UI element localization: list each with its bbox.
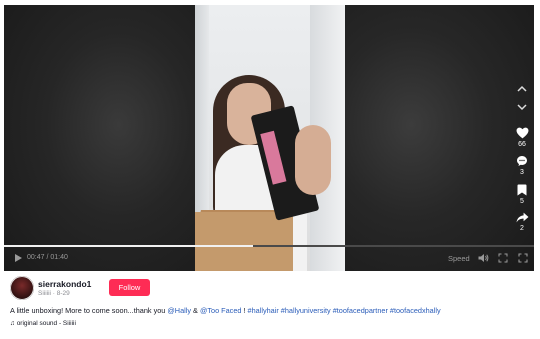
sound-label: original sound - Siiiiii: [16, 320, 76, 327]
share-count: 2: [520, 225, 524, 232]
bookmark-icon: [517, 184, 527, 196]
author-username[interactable]: sierrakondo1: [38, 279, 91, 289]
avatar-ring: [10, 276, 34, 300]
share-arrow-icon: [516, 212, 528, 223]
mention-hally[interactable]: @Hally: [167, 306, 191, 315]
hand-graphic: [295, 125, 331, 195]
play-icon[interactable]: [14, 253, 23, 263]
video-player[interactable]: 66 3 5 2: [4, 5, 534, 271]
comment-button[interactable]: 3: [509, 155, 534, 176]
fullscreen-icon[interactable]: [518, 253, 528, 263]
picture-in-picture-icon[interactable]: [498, 253, 508, 263]
share-button[interactable]: 2: [509, 212, 534, 232]
video-page: 66 3 5 2 00:47 / 01:40 Speed sierrakondo…: [0, 0, 540, 339]
heart-icon: [516, 127, 528, 139]
avatar[interactable]: [10, 276, 34, 300]
chevron-up-icon: [517, 85, 527, 92]
time-display: 00:47 / 01:40: [27, 254, 68, 261]
previous-video-button[interactable]: [509, 85, 534, 93]
save-button[interactable]: 5: [509, 184, 534, 205]
author-subline: Siiiiii · 8-29: [38, 290, 70, 297]
video-frame[interactable]: [195, 5, 345, 271]
sound-link[interactable]: ♫ original sound - Siiiiii: [10, 320, 76, 327]
video-caption: A little unboxing! More to come soon...t…: [10, 306, 530, 315]
comment-count: 3: [520, 169, 524, 176]
mention-too-faced[interactable]: @Too Faced: [200, 306, 241, 315]
progress-bar[interactable]: [4, 245, 534, 247]
caption-text-2: &: [191, 306, 200, 315]
progress-fill: [4, 245, 254, 247]
save-count: 5: [520, 198, 524, 205]
music-note-icon: ♫: [10, 320, 15, 327]
speed-button[interactable]: Speed: [448, 254, 470, 263]
caption-text-1: A little unboxing! More to come soon...t…: [10, 306, 168, 315]
blurred-background-right: [345, 5, 534, 271]
comment-icon: [517, 156, 527, 166]
follow-button[interactable]: Follow: [109, 279, 150, 296]
volume-icon[interactable]: [478, 253, 489, 263]
blurred-background-left: [4, 5, 195, 271]
like-button[interactable]: 66: [509, 127, 534, 148]
next-video-button[interactable]: [509, 103, 534, 111]
chevron-down-icon: [517, 104, 527, 111]
cardboard-box-graphic: [195, 212, 293, 271]
caption-hashtags[interactable]: #hallyhair #hallyuniversity #toofacedpar…: [248, 306, 441, 315]
like-count: 66: [518, 141, 526, 148]
